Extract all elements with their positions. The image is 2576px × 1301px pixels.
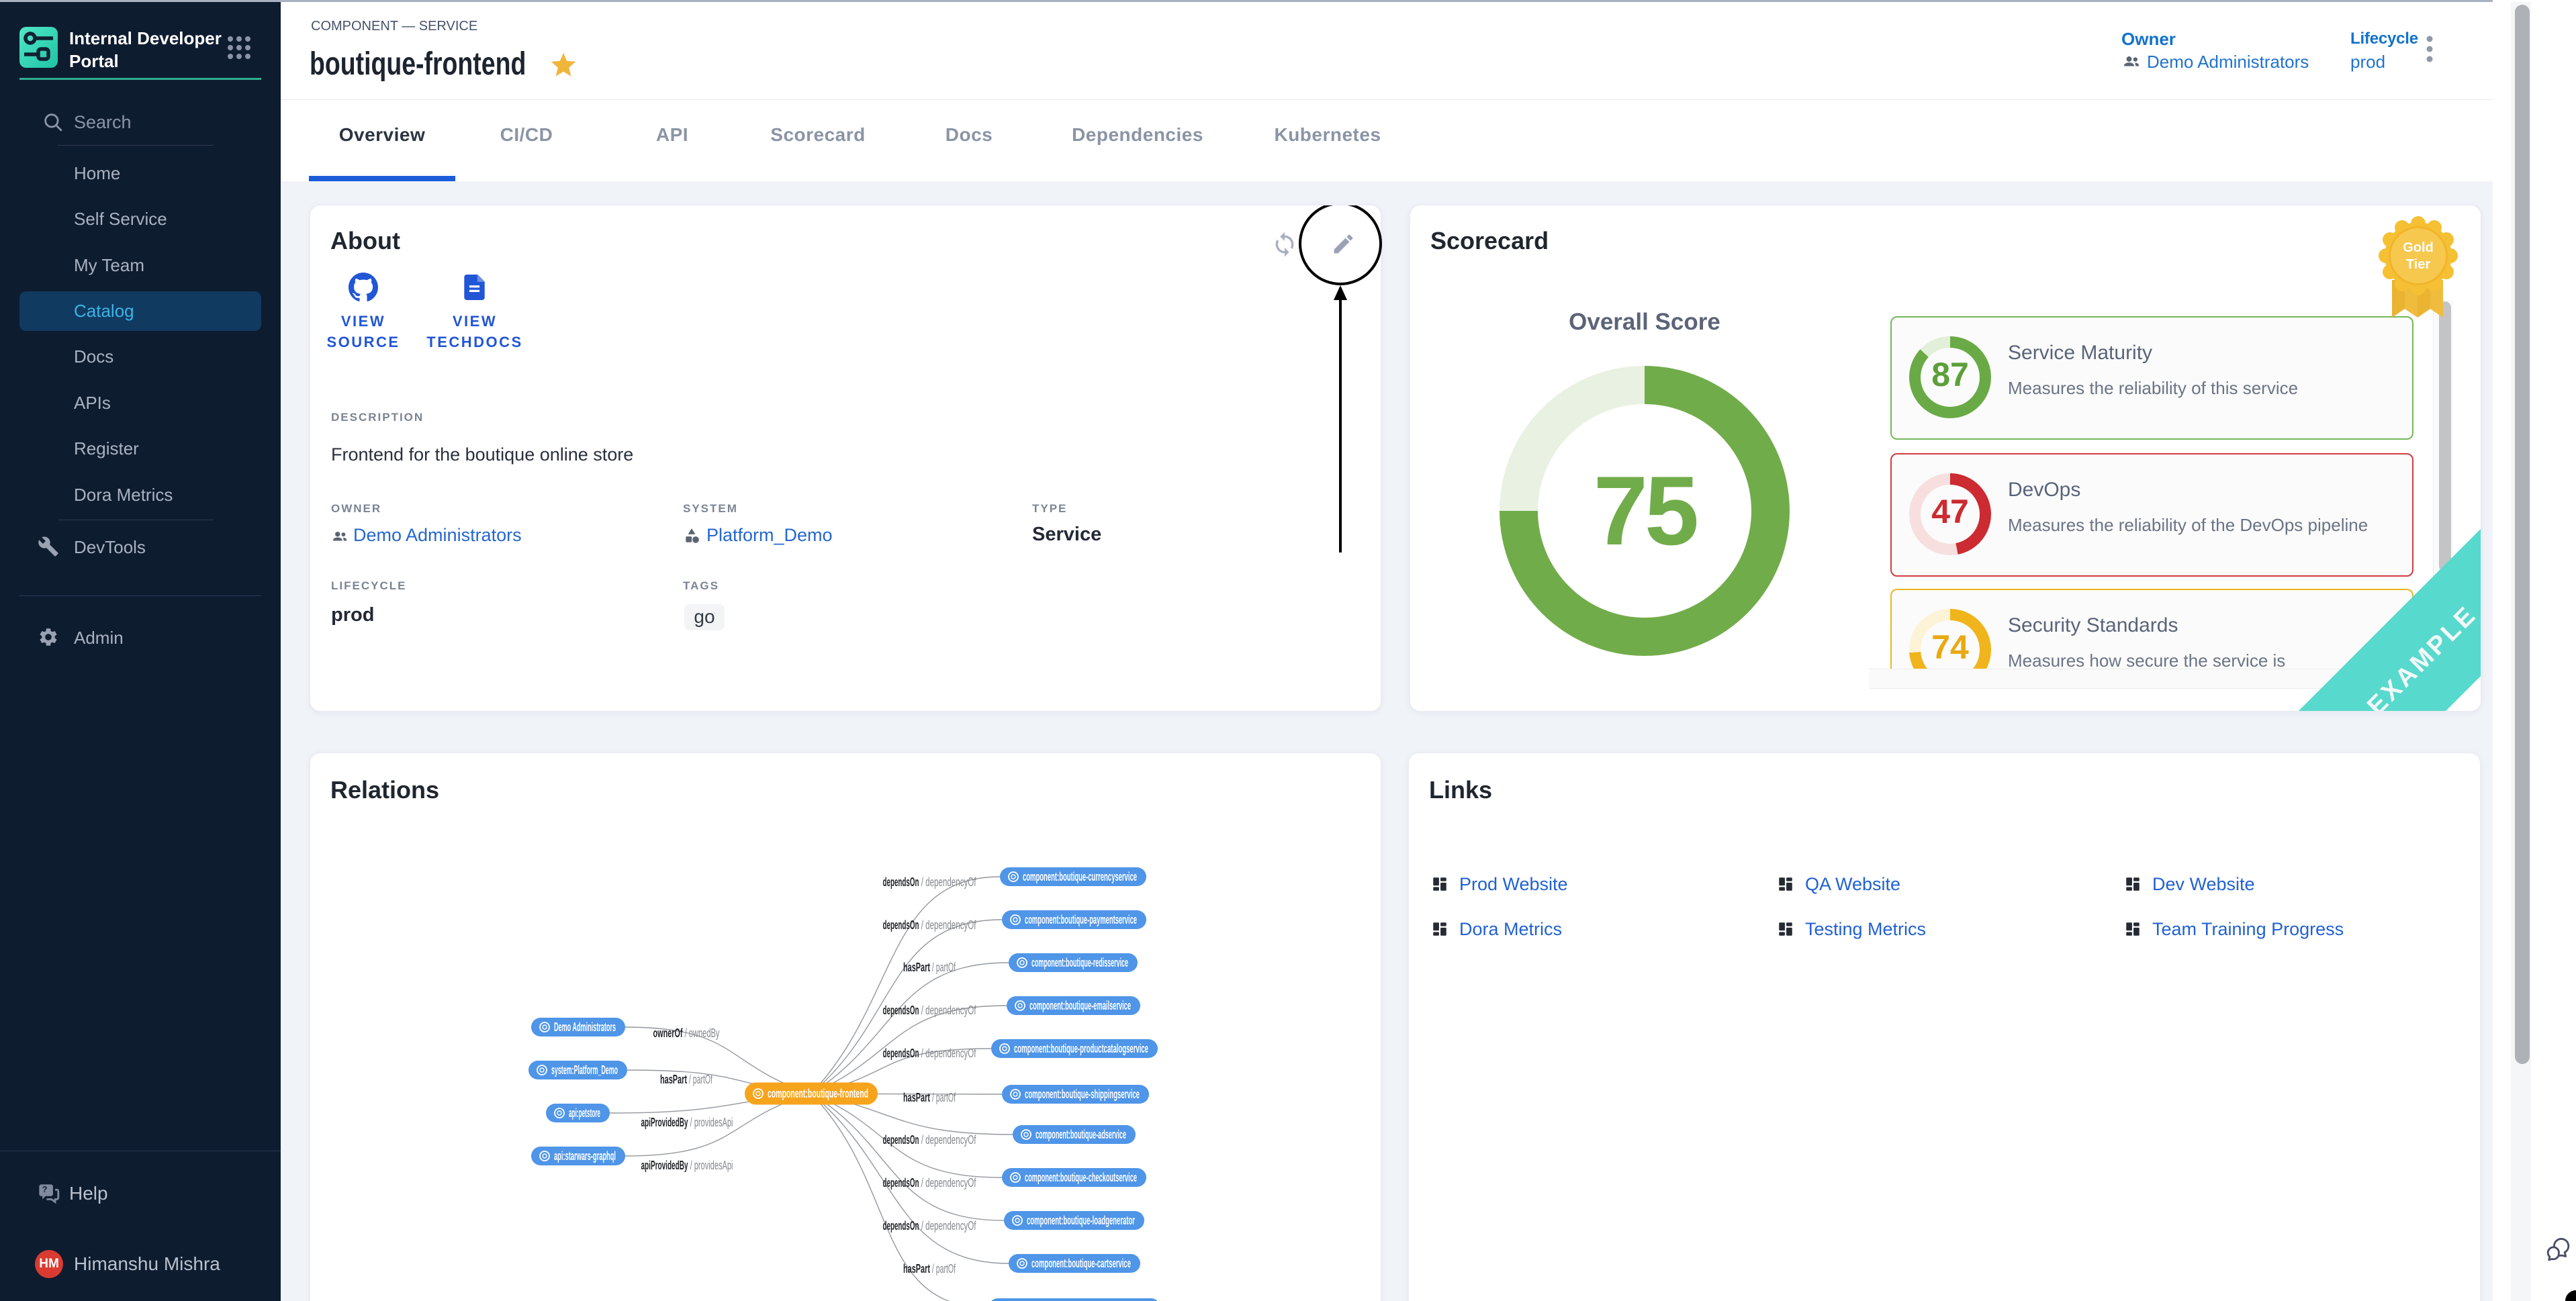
svg-text:dependsOn: dependsOn bbox=[883, 1047, 919, 1060]
svg-text:/ dependencyOf: / dependencyOf bbox=[919, 1047, 977, 1060]
svg-text:component:boutique-loadgenerat: component:boutique-loadgenerator bbox=[1027, 1214, 1135, 1227]
svg-text:dependsOn: dependsOn bbox=[883, 875, 919, 889]
svg-text:dependsOn: dependsOn bbox=[883, 1219, 919, 1233]
svg-text:hasPart: hasPart bbox=[660, 1073, 687, 1086]
svg-text:/ partOf: / partOf bbox=[930, 1262, 956, 1275]
svg-text:ownerOf: ownerOf bbox=[653, 1026, 684, 1040]
svg-text:hasPart: hasPart bbox=[903, 1091, 930, 1104]
svg-text:/ partOf: / partOf bbox=[930, 1091, 956, 1104]
svg-text:apiProvidedBy: apiProvidedBy bbox=[641, 1116, 688, 1129]
svg-text:component:boutique-frontend: component:boutique-frontend bbox=[768, 1087, 868, 1100]
svg-text:/ dependencyOf: / dependencyOf bbox=[919, 1176, 977, 1190]
svg-text:component:boutique-shippingser: component:boutique-shippingservice bbox=[1025, 1088, 1140, 1101]
svg-text:/ partOf: / partOf bbox=[687, 1073, 713, 1086]
svg-text:apiProvidedBy: apiProvidedBy bbox=[641, 1159, 688, 1172]
svg-text:/ dependencyOf: / dependencyOf bbox=[919, 918, 977, 932]
svg-text:Demo Administrators: Demo Administrators bbox=[554, 1020, 616, 1034]
svg-text:component:boutique-productcata: component:boutique-productcatalogservice bbox=[1014, 1042, 1148, 1055]
svg-text:component:boutique-paymentserv: component:boutique-paymentservice bbox=[1025, 913, 1137, 926]
svg-text:api:petstore: api:petstore bbox=[569, 1106, 600, 1120]
svg-text:dependsOn: dependsOn bbox=[883, 1176, 919, 1190]
svg-text:component:boutique-redisservic: component:boutique-redisservice bbox=[1031, 956, 1128, 969]
svg-text:/ providesApi: / providesApi bbox=[688, 1116, 733, 1129]
svg-text:/ partOf: / partOf bbox=[930, 961, 956, 974]
svg-text:?: ? bbox=[42, 1185, 48, 1194]
svg-text:dependsOn: dependsOn bbox=[883, 918, 919, 932]
svg-text:api:starwars-graphql: api:starwars-graphql bbox=[554, 1149, 616, 1163]
svg-text:Gold: Gold bbox=[2403, 240, 2434, 255]
svg-text:/ dependencyOf: / dependencyOf bbox=[919, 1133, 977, 1147]
svg-text:system:Platform_Demo: system:Platform_Demo bbox=[551, 1063, 618, 1077]
svg-text:hasPart: hasPart bbox=[903, 1262, 930, 1275]
svg-text:component:boutique-emailservic: component:boutique-emailservice bbox=[1029, 999, 1131, 1012]
svg-text:/ dependencyOf: / dependencyOf bbox=[919, 1004, 977, 1017]
svg-text:/ dependencyOf: / dependencyOf bbox=[919, 875, 977, 889]
svg-text:/ providesApi: / providesApi bbox=[688, 1159, 733, 1172]
svg-text:/ dependencyOf: / dependencyOf bbox=[919, 1219, 977, 1233]
svg-text:component:boutique-checkoutser: component:boutique-checkoutservice bbox=[1025, 1171, 1137, 1184]
svg-text:component:boutique-adservice: component:boutique-adservice bbox=[1036, 1128, 1126, 1141]
svg-text:hasPart: hasPart bbox=[903, 961, 930, 974]
svg-text:dependsOn: dependsOn bbox=[883, 1004, 919, 1017]
svg-text:dependsOn: dependsOn bbox=[883, 1133, 919, 1147]
svg-text:Tier: Tier bbox=[2406, 257, 2431, 272]
svg-text:component:boutique-cartservice: component:boutique-cartservice bbox=[1031, 1257, 1131, 1270]
svg-text:component:boutique-currencyser: component:boutique-currencyservice bbox=[1023, 870, 1137, 883]
svg-text:/ ownedBy: / ownedBy bbox=[683, 1026, 720, 1040]
